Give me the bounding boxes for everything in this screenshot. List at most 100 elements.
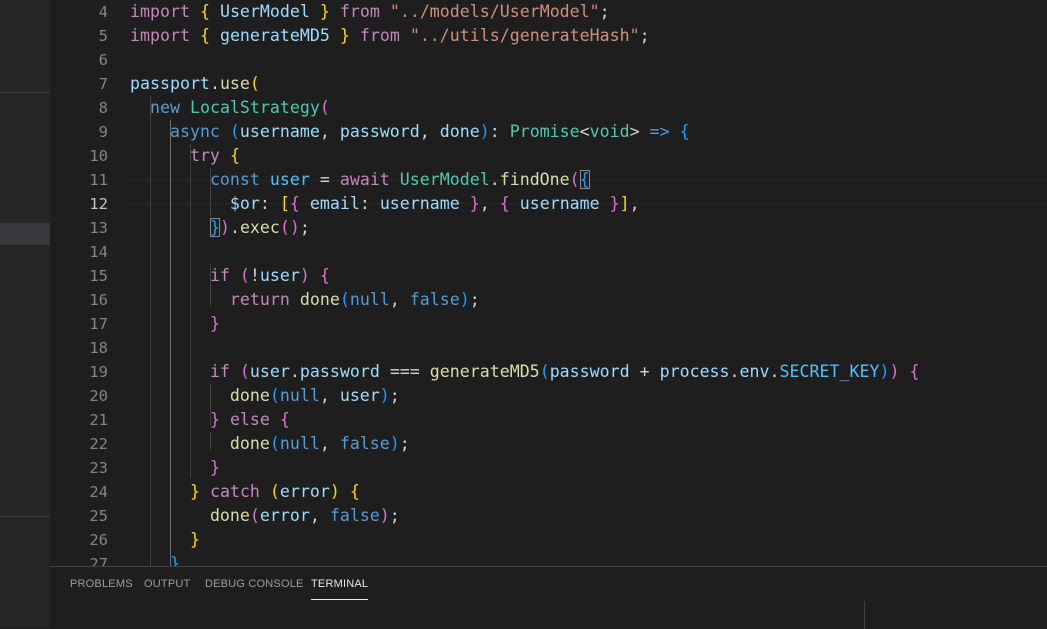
code-token: void <box>589 122 630 141</box>
code-token: username <box>239 122 320 141</box>
code-line[interactable]: return done(null, false); <box>130 288 480 312</box>
code-token: UserModel <box>219 2 310 21</box>
code-line[interactable]: } <box>130 552 180 566</box>
code-token: ( <box>249 506 260 525</box>
code-token: , <box>319 386 340 405</box>
sidebar-selected-item[interactable] <box>0 223 50 245</box>
code-line[interactable]: new LocalStrategy( <box>130 96 330 120</box>
code-editor[interactable]: 4 5 6 7 8 9 10 11 12 13 14 15 16 17 18 19 20 21 22 23 24 25 26… <box>50 0 1047 566</box>
tab-output[interactable]: OUTPUT <box>144 578 190 590</box>
code-token: } <box>319 2 330 21</box>
code-token: , <box>319 122 340 141</box>
code-token: user <box>249 362 290 381</box>
code-token: password <box>299 362 380 381</box>
line-number: 4 <box>98 3 108 21</box>
code-token: ) <box>389 434 400 453</box>
code-token: return <box>229 290 290 309</box>
code-token: , <box>479 194 500 213</box>
code-token: . <box>209 74 220 93</box>
line-number: 7 <box>98 75 108 93</box>
code-token: . <box>769 362 780 381</box>
terminal-split-divider[interactable] <box>864 601 865 629</box>
code-line[interactable]: } <box>130 312 220 336</box>
code-line[interactable]: } <box>130 528 200 552</box>
line-number: 12 <box>89 195 108 213</box>
code-token: . <box>289 362 300 381</box>
code-token: new <box>149 98 180 117</box>
code-token: ( <box>569 170 580 189</box>
code-line[interactable]: } <box>130 456 220 480</box>
code-token: ) <box>479 122 490 141</box>
code-token: done <box>229 386 270 405</box>
code-token: ) <box>289 218 300 237</box>
code-token: findOne <box>499 170 570 189</box>
code-token: ) <box>879 362 890 381</box>
code-token: process <box>659 362 730 381</box>
code-line[interactable]: if (!user) { <box>130 264 330 288</box>
line-number: 19 <box>89 363 108 381</box>
code-token: if <box>209 362 230 381</box>
code-line[interactable]: done(null, user); <box>130 384 400 408</box>
code-token: === <box>379 362 430 381</box>
line-number: 9 <box>98 123 108 141</box>
tab-debug-console[interactable]: DEBUG CONSOLE <box>205 578 304 590</box>
bottom-panel: PROBLEMS OUTPUT DEBUG CONSOLE TERMINAL <box>50 566 1047 629</box>
tab-terminal[interactable]: TERMINAL <box>311 578 369 600</box>
code-token: false <box>329 506 380 525</box>
code-token: import <box>130 2 190 21</box>
code-line[interactable]: async (username, password, done): Promis… <box>130 120 690 144</box>
code-token: username <box>519 194 600 213</box>
code-token: { <box>909 362 920 381</box>
code-token: null <box>279 434 320 453</box>
code-token: ) <box>299 266 310 285</box>
line-number: 6 <box>98 51 108 69</box>
code-line[interactable]: const user = await UserModel.findOne({ <box>130 168 590 192</box>
code-token: + <box>629 362 660 381</box>
code-line[interactable]: $or: [{ email: username }, { username }]… <box>130 192 640 216</box>
code-token: ; <box>599 2 610 21</box>
code-line[interactable]: passport.use( <box>130 72 260 96</box>
code-token: done <box>229 434 270 453</box>
code-token: user <box>339 386 380 405</box>
code-line[interactable]: } catch (error) { <box>130 480 360 504</box>
code-token: user <box>259 266 300 285</box>
code-line[interactable]: if (user.password === generateMD5(passwo… <box>130 360 920 384</box>
code-token: ) <box>889 362 900 381</box>
code-line[interactable]: done(error, false); <box>130 504 400 528</box>
code-token: ) <box>379 386 390 405</box>
code-token: ( <box>229 122 240 141</box>
code-line[interactable]: import { UserModel } from "../models/Use… <box>130 0 610 24</box>
code-token: } <box>209 458 220 477</box>
code-token: { <box>579 170 590 189</box>
code-line[interactable]: import { generateMD5 } from "../utils/ge… <box>130 24 650 48</box>
line-number: 5 <box>98 27 108 45</box>
code-line[interactable]: } else { <box>130 408 290 432</box>
code-token: { <box>199 2 210 21</box>
tab-problems[interactable]: PROBLEMS <box>70 578 133 590</box>
code-line[interactable]: done(null, false); <box>130 432 410 456</box>
code-token: } <box>609 194 620 213</box>
code-line[interactable]: try { <box>130 144 240 168</box>
sidebar-divider <box>0 92 50 93</box>
code-token: ( <box>239 266 250 285</box>
code-token: ( <box>269 386 280 405</box>
code-token: : <box>489 122 510 141</box>
code-token: { <box>499 194 510 213</box>
code-token: } <box>209 218 220 237</box>
line-number: 21 <box>89 411 108 429</box>
line-number: 14 <box>89 243 108 261</box>
code-line[interactable]: }).exec(); <box>130 216 310 240</box>
